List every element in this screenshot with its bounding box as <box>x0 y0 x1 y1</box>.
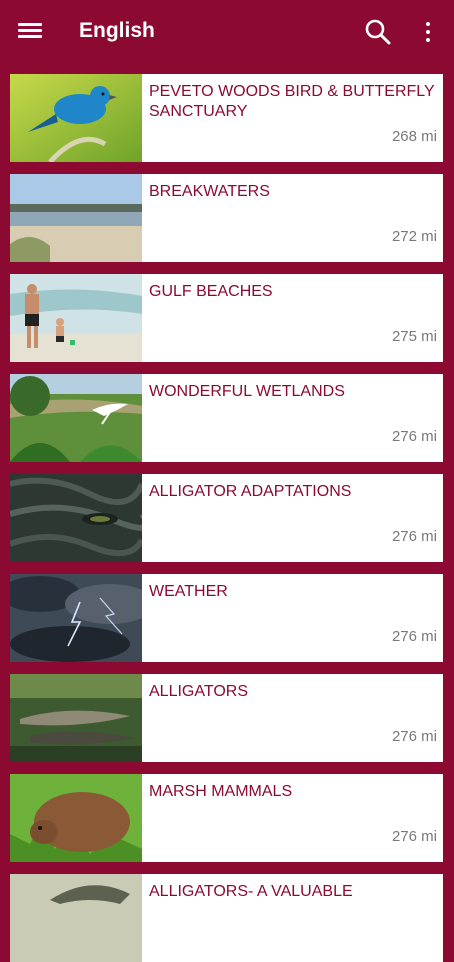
stop-distance: 276 mi <box>391 528 437 545</box>
alligator-head-image <box>10 874 142 962</box>
stop-distance: 276 mi <box>391 728 437 745</box>
storm-lightning-image <box>10 574 142 662</box>
nutria-image <box>10 774 142 862</box>
alligators-in-water-image <box>10 674 142 762</box>
stop-distance: 268 mi <box>391 128 437 145</box>
app-bar: English <box>0 0 454 64</box>
page-title: English <box>79 19 155 42</box>
list-item[interactable]: ALLIGATORS- A VALUABLE <box>10 874 443 962</box>
alligator-eye-image <box>10 474 142 562</box>
hamburger-menu-icon[interactable] <box>18 20 42 44</box>
stop-name: PEVETO WOODS BIRD & BUTTERFLY SANCTUARY <box>149 83 435 120</box>
list-item[interactable]: WEATHER 276 mi <box>10 574 443 662</box>
stop-name: WONDERFUL WETLANDS <box>149 383 345 400</box>
search-icon[interactable] <box>364 18 392 46</box>
list-item[interactable]: GULF BEACHES 275 mi <box>10 274 443 362</box>
stop-name: ALLIGATORS <box>149 683 248 700</box>
list-item[interactable]: PEVETO WOODS BIRD & BUTTERFLY SANCTUARY … <box>10 74 443 162</box>
list-item[interactable]: ALLIGATOR ADAPTATIONS 276 mi <box>10 474 443 562</box>
indigo-bunting-bird-image <box>10 74 142 162</box>
stop-name: BREAKWATERS <box>149 183 270 200</box>
family-at-beach-image <box>10 274 142 362</box>
stop-distance: 276 mi <box>391 828 437 845</box>
list-item[interactable]: BREAKWATERS 272 mi <box>10 174 443 262</box>
stop-distance: 272 mi <box>391 228 437 245</box>
stop-name: ALLIGATORS- A VALUABLE <box>149 883 353 900</box>
egret-in-wetland-image <box>10 374 142 462</box>
stop-distance: 276 mi <box>391 628 437 645</box>
list-item[interactable]: MARSH MAMMALS 276 mi <box>10 774 443 862</box>
stop-name: MARSH MAMMALS <box>149 783 293 800</box>
stop-name: GULF BEACHES <box>149 283 273 300</box>
beach-shoreline-image <box>10 174 142 262</box>
more-options-icon[interactable] <box>420 20 436 44</box>
stop-distance: 276 mi <box>391 428 437 445</box>
list-item[interactable]: ALLIGATORS 276 mi <box>10 674 443 762</box>
list-item[interactable]: WONDERFUL WETLANDS 276 mi <box>10 374 443 462</box>
stop-name: WEATHER <box>149 583 228 600</box>
stop-name: ALLIGATOR ADAPTATIONS <box>149 483 352 500</box>
stop-distance: 275 mi <box>391 328 437 345</box>
